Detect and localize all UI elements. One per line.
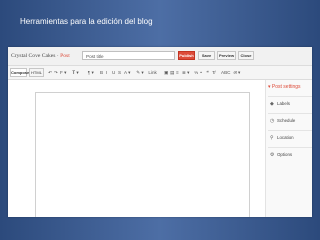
post-title-input[interactable]: Post title	[82, 51, 175, 60]
font-dropdown[interactable]: F ▾	[60, 69, 66, 76]
save-button[interactable]: Save	[198, 51, 215, 60]
editor-header: Crystal Cove Cakes · Post Post title Pub…	[8, 47, 312, 66]
clear-format-icon[interactable]: T̸	[212, 69, 215, 76]
close-button[interactable]: Close	[238, 51, 254, 60]
quote-icon[interactable]: ❝	[206, 69, 208, 76]
clock-icon: ◷	[270, 118, 275, 124]
link-icon[interactable]: Link	[148, 69, 156, 76]
input-tools-icon[interactable]: अ ▾	[233, 69, 240, 76]
post-settings-panel: ▾ Post settings ◆ Labels ◷ Schedule ⚲ Lo…	[265, 80, 312, 217]
blogger-editor-screenshot: Crystal Cove Cakes · Post Post title Pub…	[8, 47, 312, 217]
align-icon[interactable]: ≣ ▾	[182, 69, 189, 76]
preview-button[interactable]: Preview	[217, 51, 236, 60]
highlight-icon[interactable]: ✎ ▾	[136, 69, 143, 76]
label-icon: ◆	[270, 101, 274, 107]
side-item-schedule[interactable]: ◷ Schedule	[268, 113, 312, 130]
underline-icon[interactable]: U	[112, 69, 115, 76]
bullet-list-icon[interactable]: •	[200, 69, 202, 76]
image-icon[interactable]: ▣	[164, 69, 168, 76]
redo-icon[interactable]: ↷	[54, 69, 58, 76]
italic-icon[interactable]: I	[106, 69, 107, 76]
side-item-label: Labels	[277, 101, 290, 106]
strikethrough-icon[interactable]: S	[118, 69, 121, 76]
video-icon[interactable]: ▤	[170, 69, 174, 76]
html-mode-button[interactable]: HTML	[29, 68, 44, 77]
side-item-options[interactable]: ⚙ Options	[268, 147, 312, 164]
blog-title[interactable]: Crystal Cove Cakes · Post	[11, 53, 70, 59]
side-item-labels[interactable]: ◆ Labels	[268, 96, 312, 113]
side-item-location[interactable]: ⚲ Location	[268, 130, 312, 147]
gear-icon: ⚙	[270, 152, 275, 158]
spellcheck-icon[interactable]: ABC	[221, 69, 230, 76]
slide-title: Herramientas para la edición del blog	[20, 17, 153, 26]
side-item-label: Location	[277, 135, 294, 140]
format-dropdown[interactable]: ¶ ▾	[88, 69, 94, 76]
location-icon: ⚲	[270, 135, 274, 141]
undo-icon[interactable]: ↶	[48, 69, 52, 76]
jump-break-icon[interactable]: ≡	[176, 69, 179, 76]
blog-name: Crystal Cove Cakes	[11, 53, 56, 59]
post-settings-header[interactable]: ▾ Post settings	[268, 84, 301, 90]
publish-button[interactable]: Publish	[178, 51, 195, 60]
compose-mode-button[interactable]: Compose	[10, 68, 29, 77]
editor-toolbar: Compose HTML ↶ ↷ F ▾ 𝐓 ▾ ¶ ▾ B I U S A ▾ ✎ ▾ Link ▣ ▤…	[8, 66, 312, 80]
font-size-dropdown[interactable]: 𝐓 ▾	[72, 69, 79, 76]
post-label: Post	[60, 53, 70, 59]
side-item-label: Schedule	[277, 118, 296, 123]
bold-icon[interactable]: B	[100, 69, 103, 76]
post-body-editor[interactable]	[35, 92, 250, 217]
numbered-list-icon[interactable]: ⅓	[194, 69, 198, 76]
text-color-icon[interactable]: A ▾	[124, 69, 130, 76]
side-item-label: Options	[277, 152, 293, 157]
